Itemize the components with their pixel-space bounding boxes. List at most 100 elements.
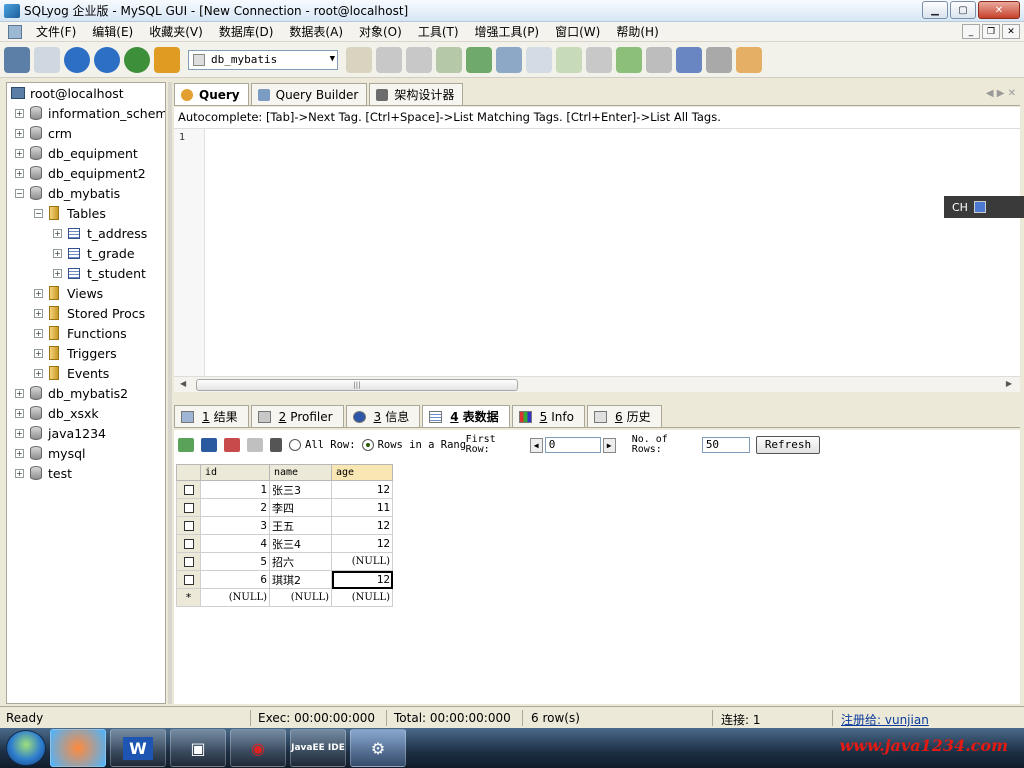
grid-cell-name[interactable]: 李四 bbox=[269, 498, 332, 517]
save-icon[interactable] bbox=[201, 438, 217, 452]
grid-cell-age[interactable]: 11 bbox=[331, 498, 393, 517]
menu-window[interactable]: 窗口(W) bbox=[547, 22, 608, 42]
expand-icon[interactable]: + bbox=[15, 428, 24, 438]
grid-cell-name[interactable]: 张三4 bbox=[269, 534, 332, 553]
query-editor[interactable]: 1 bbox=[174, 128, 1020, 377]
tree-item[interactable]: + Views bbox=[34, 283, 103, 303]
menu-favorites[interactable]: 收藏夹(V) bbox=[141, 22, 211, 42]
data-sync-icon[interactable] bbox=[616, 46, 642, 73]
maximize-button[interactable]: ▢ bbox=[950, 1, 976, 19]
row-select-checkbox[interactable] bbox=[176, 552, 201, 571]
menu-objects[interactable]: 对象(O) bbox=[351, 22, 410, 42]
menu-powertools[interactable]: 增强工具(P) bbox=[467, 22, 548, 42]
expand-icon[interactable]: + bbox=[34, 328, 43, 338]
tab-query[interactable]: Query bbox=[174, 83, 249, 105]
app-pinwheel-icon[interactable] bbox=[50, 729, 106, 767]
grid-cell-age[interactable]: 12 bbox=[331, 534, 393, 553]
checkbox-icon[interactable] bbox=[183, 485, 194, 495]
grid-cell-age[interactable]: 12 bbox=[331, 480, 393, 499]
tree-item[interactable]: + test bbox=[15, 463, 72, 483]
tab-messages[interactable]: 3 信息 bbox=[345, 405, 421, 427]
expand-icon[interactable]: + bbox=[34, 368, 43, 378]
windows-start-button[interactable] bbox=[6, 730, 46, 766]
tab-profiler[interactable]: 2 Profiler bbox=[250, 405, 344, 427]
checkbox-icon[interactable] bbox=[183, 557, 194, 567]
refresh-icon[interactable] bbox=[124, 46, 150, 73]
sync-icon[interactable] bbox=[556, 46, 582, 73]
menu-tools[interactable]: 工具(T) bbox=[410, 22, 467, 42]
menu-file[interactable]: 文件(F) bbox=[28, 22, 84, 42]
tab-scroll-icon[interactable]: ◀ ▶ ✕ bbox=[986, 88, 1016, 99]
new-row-cell-id[interactable]: (NULL) bbox=[200, 588, 270, 607]
checkbox-icon[interactable] bbox=[183, 503, 194, 513]
tree-item[interactable]: + t_student bbox=[53, 263, 146, 283]
minimize-button[interactable]: ▁ bbox=[922, 1, 948, 19]
table-row[interactable]: 2 李四 11 bbox=[176, 498, 393, 517]
tree-item[interactable]: − db_mybatis bbox=[15, 183, 120, 203]
ime-indicator[interactable]: CH bbox=[944, 196, 1024, 218]
backup-icon[interactable] bbox=[376, 46, 402, 73]
row-select-checkbox[interactable] bbox=[176, 570, 201, 589]
grid-cell-age[interactable]: 12 bbox=[331, 570, 393, 589]
tree-item[interactable]: − Tables bbox=[34, 203, 106, 223]
tree-item[interactable]: + db_equipment bbox=[15, 143, 138, 163]
horizontal-splitter[interactable] bbox=[174, 394, 1020, 404]
checkbox-icon[interactable] bbox=[183, 575, 194, 585]
menu-help[interactable]: 帮助(H) bbox=[608, 22, 666, 42]
expand-icon[interactable]: + bbox=[15, 448, 24, 458]
table-row[interactable]: 6 琪琪2 12 bbox=[176, 570, 393, 589]
app-recorder-icon[interactable]: ◉ bbox=[230, 729, 286, 767]
app-wps-writer-icon[interactable]: W bbox=[110, 729, 166, 767]
first-row-input[interactable]: 0 bbox=[544, 437, 601, 453]
app-sqlyog-icon[interactable]: ⚙ bbox=[350, 729, 406, 767]
scroll-right-icon[interactable]: ▶ bbox=[1006, 379, 1012, 388]
tree-item[interactable]: + db_equipment2 bbox=[15, 163, 146, 183]
table-row[interactable]: 5 招六 (NULL) bbox=[176, 552, 393, 571]
mdi-close-button[interactable]: ✕ bbox=[1002, 24, 1020, 39]
mdi-minimize-button[interactable]: _ bbox=[962, 24, 980, 39]
tab-info[interactable]: 5 Info bbox=[511, 405, 585, 427]
tree-item[interactable]: + t_address bbox=[53, 223, 147, 243]
filter-icon[interactable] bbox=[270, 438, 282, 452]
cancel-changes-icon[interactable] bbox=[247, 438, 263, 452]
tab-history[interactable]: 6 历史 bbox=[586, 405, 662, 427]
grid-cell-name[interactable]: 琪琪2 bbox=[269, 570, 332, 589]
grid-cell-id[interactable]: 2 bbox=[200, 498, 270, 517]
expand-icon[interactable]: + bbox=[15, 468, 24, 478]
app-terminal-icon[interactable]: ▣ bbox=[170, 729, 226, 767]
tab-query-builder[interactable]: Query Builder bbox=[250, 83, 368, 105]
expand-icon[interactable]: + bbox=[15, 108, 24, 118]
tree-item[interactable]: + java1234 bbox=[15, 423, 106, 443]
expand-icon[interactable]: + bbox=[15, 148, 24, 158]
tree-root[interactable]: root@localhost bbox=[11, 83, 124, 103]
row-header-corner[interactable] bbox=[176, 464, 201, 481]
grid-cell-id[interactable]: 3 bbox=[200, 516, 270, 535]
export-icon[interactable] bbox=[466, 46, 492, 73]
table-row[interactable]: 1 张三3 12 bbox=[176, 480, 393, 499]
grid-cell-id[interactable]: 6 bbox=[200, 570, 270, 589]
rows-in-range-radio[interactable] bbox=[361, 439, 374, 451]
status-registered-to[interactable]: 注册给: vunjian bbox=[841, 711, 929, 728]
migration-icon[interactable] bbox=[676, 46, 702, 73]
num-rows-input[interactable]: 50 bbox=[701, 437, 750, 453]
grid-cell-id[interactable]: 1 bbox=[200, 480, 270, 499]
scroll-thumb[interactable]: ||| bbox=[196, 379, 518, 391]
tree-item[interactable]: + information_schema bbox=[15, 103, 165, 123]
next-page-icon[interactable]: ▶ bbox=[602, 437, 616, 453]
menu-edit[interactable]: 编辑(E) bbox=[84, 22, 141, 42]
grid-cell-name[interactable]: 王五 bbox=[269, 516, 332, 535]
expand-icon[interactable]: + bbox=[34, 348, 43, 358]
all-rows-radio[interactable] bbox=[289, 439, 301, 451]
app-eclipse-icon[interactable]: JavaEE IDE bbox=[290, 729, 346, 767]
tab-table-data[interactable]: 4 表数据 bbox=[422, 405, 510, 427]
menu-table[interactable]: 数据表(A) bbox=[281, 22, 351, 42]
close-button[interactable]: ✕ bbox=[978, 1, 1020, 19]
table-row[interactable]: 4 张三4 12 bbox=[176, 534, 393, 553]
grid-cell-name[interactable]: 张三3 bbox=[269, 480, 332, 499]
expand-icon[interactable]: + bbox=[53, 268, 62, 278]
execute-icon[interactable] bbox=[64, 46, 90, 73]
restore-icon[interactable] bbox=[406, 46, 432, 73]
tree-item[interactable]: + Events bbox=[34, 363, 109, 383]
notify-icon[interactable] bbox=[706, 46, 732, 73]
tree-item[interactable]: + Triggers bbox=[34, 343, 117, 363]
